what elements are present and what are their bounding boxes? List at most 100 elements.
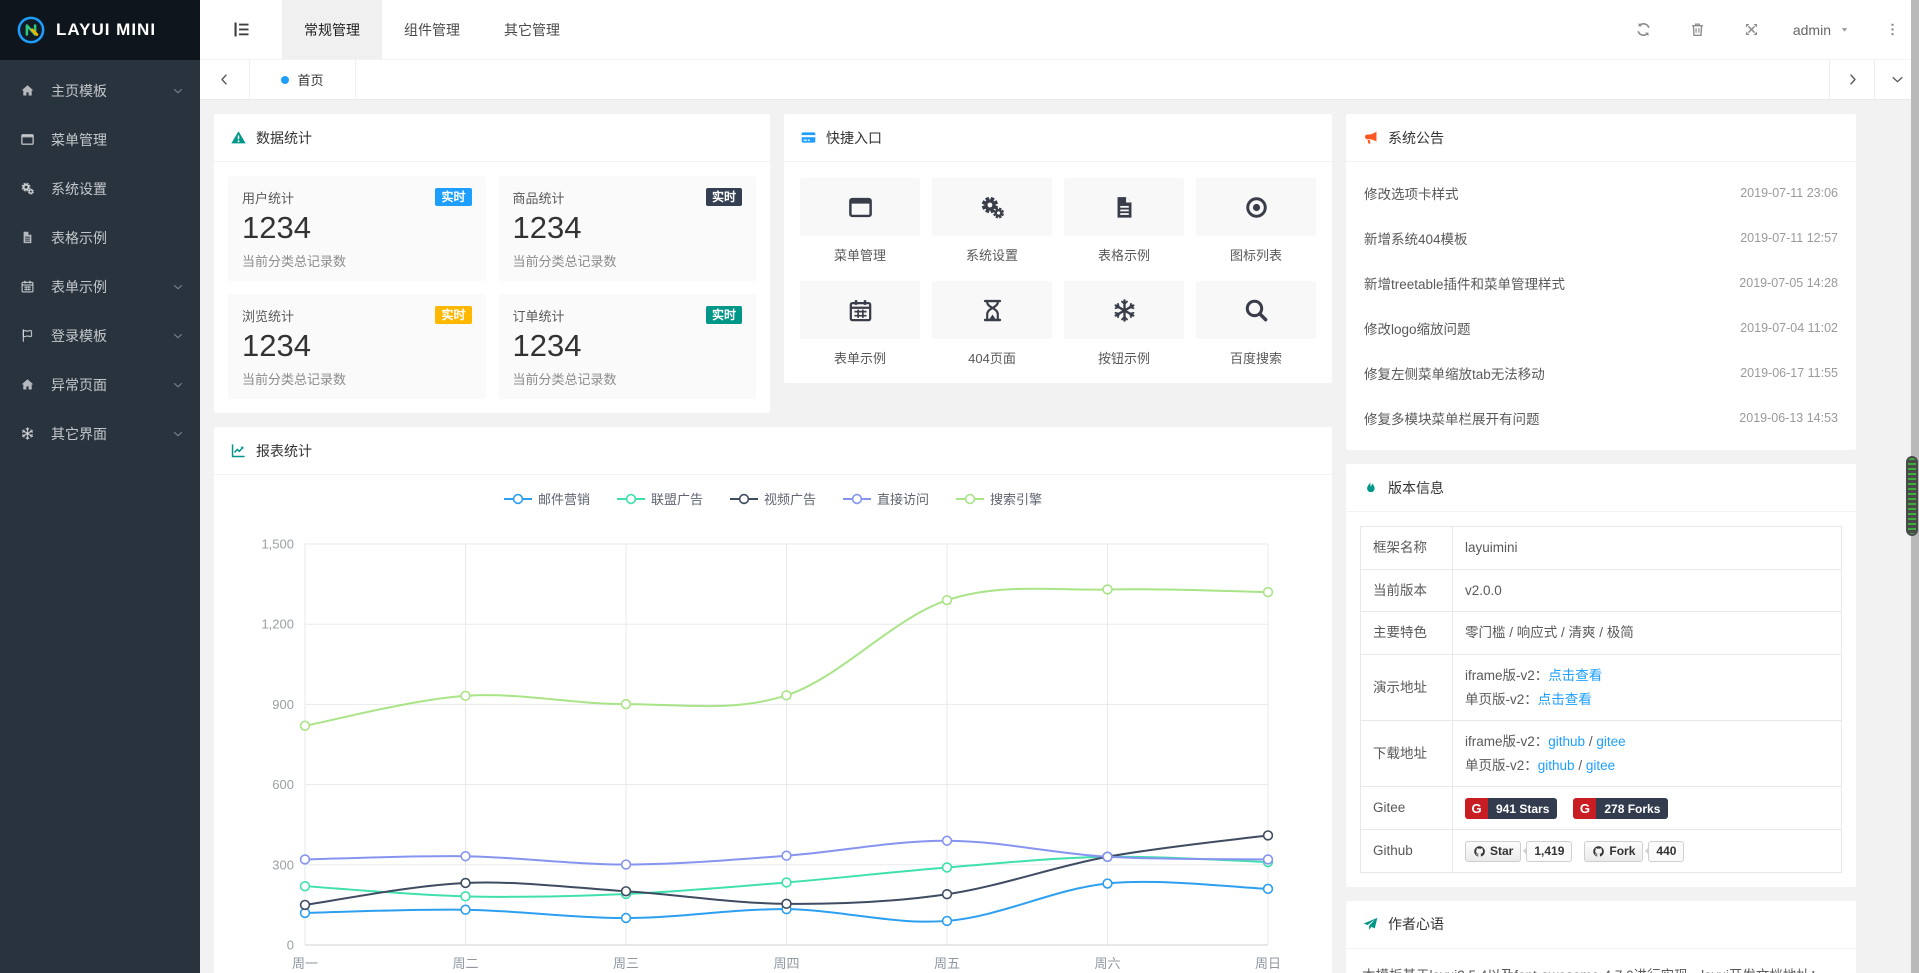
stat-value: 1234 [242,210,472,246]
github-count[interactable]: 1,419 [1526,841,1572,863]
svg-text:周日: 周日 [1255,956,1281,971]
version-row-label: 下载地址 [1361,721,1453,787]
menu-collapse-icon[interactable] [200,0,282,59]
stat-description: 当前分类总记录数 [242,251,472,270]
github-count[interactable]: 440 [1648,841,1684,863]
version-row: 主要特色零门槛 / 响应式 / 清爽 / 极简 [1361,612,1842,655]
tab-home[interactable]: 首页 [250,60,356,99]
bullhorn-icon [1362,129,1379,146]
dotcircle-icon [1243,194,1270,221]
caret-down-icon [1838,23,1851,36]
username: admin [1793,22,1831,38]
header-nav-2[interactable]: 组件管理 [382,0,482,59]
legend-item-搜索引擎[interactable]: 搜索引擎 [956,489,1042,508]
realtime-badge: 实时 [435,306,471,324]
version-line: iframe版-v2：github / gitee [1465,730,1829,754]
github-star-button[interactable]: Star [1465,841,1521,863]
logo[interactable]: LAYUI MINI [0,0,200,60]
quick-entry-title: 快捷入口 [826,128,882,148]
legend-item-邮件营销[interactable]: 邮件营销 [504,489,590,508]
version-line: 单页版-v2：github / gitee [1465,754,1829,778]
version-card: 版本信息 框架名称layuimini当前版本v2.0.0主要特色零门槛 / 响应… [1346,464,1856,887]
svg-text:周五: 周五 [934,956,960,971]
quick-entry-cogs[interactable]: 系统设置 [932,178,1052,264]
legend-marker [956,493,984,505]
link-gitee[interactable]: gitee [1596,734,1625,749]
legend-marker [504,493,532,505]
link-gitee[interactable]: gitee [1586,758,1615,773]
legend-item-联盟广告[interactable]: 联盟广告 [617,489,703,508]
chart-line-icon [230,442,247,459]
github-fork-button[interactable]: Fork [1584,841,1643,863]
stat-description: 当前分类总记录数 [242,369,472,388]
link-点击查看[interactable]: 点击查看 [1548,668,1602,683]
sidebar-item-label: 异常页面 [51,375,172,395]
quick-entry-label: 404页面 [932,348,1052,367]
chevron-down-icon [172,330,184,342]
sidebar-item-2[interactable]: 菜单管理 [0,115,200,164]
link-点击查看[interactable]: 点击查看 [1538,692,1592,707]
gitee-badge[interactable]: G941 Stars [1465,798,1557,819]
notice-row: 修复左侧菜单缩放tab无法移动 2019-06-17 11:55 [1364,350,1838,395]
notice-card: 系统公告 修改选项卡样式 2019-07-11 23:06新增系统404模板 2… [1346,114,1856,450]
link-github[interactable]: github [1538,758,1575,773]
quick-entry-snowflake[interactable]: 按钮示例 [1064,281,1184,367]
tab-scroll-left-button[interactable] [200,60,250,99]
header-nav: 常规管理组件管理其它管理 [282,0,582,59]
quick-entry-calendar[interactable]: 表单示例 [800,281,920,367]
sidebar-item-4[interactable]: 表格示例 [0,213,200,262]
quick-entry-filetext[interactable]: 表格示例 [1064,178,1184,264]
sidebar-item-label: 系统设置 [51,179,184,199]
tab-scroll-right-button[interactable] [1829,60,1874,99]
sidebar-item-3[interactable]: 系统设置 [0,164,200,213]
legend-item-视频广告[interactable]: 视频广告 [730,489,816,508]
main-content: 数据统计 用户统计 1234 当前分类总记录数 实时商品统计 1234 当前分类… [200,100,1919,973]
legend-item-直接访问[interactable]: 直接访问 [843,489,929,508]
user-menu[interactable]: admin [1779,0,1865,59]
stat-description: 当前分类总记录数 [513,369,743,388]
notice-date: 2019-07-05 14:28 [1739,276,1838,290]
quick-entry-card: 快捷入口 菜单管理 系统设置 表格示例 图标列表 表单示例 404页面 按钮示例… [784,114,1332,383]
version-row-label: 框架名称 [1361,527,1453,570]
quick-entry-search[interactable]: 百度搜索 [1196,281,1316,367]
clear-cache-icon[interactable] [1671,0,1725,59]
svg-text:周四: 周四 [773,956,799,971]
link-github[interactable]: github [1548,734,1585,749]
quick-entry-window[interactable]: 菜单管理 [800,178,920,264]
header-nav-1[interactable]: 常规管理 [282,0,382,59]
notice-date: 2019-07-11 12:57 [1740,231,1838,245]
sidebar-item-1[interactable]: 主页模板 [0,66,200,115]
stat-box: 浏览统计 1234 当前分类总记录数 实时 [228,294,486,399]
header-nav-3[interactable]: 其它管理 [482,0,582,59]
home-icon [20,83,44,98]
svg-text:600: 600 [272,777,294,792]
version-row-label: 演示地址 [1361,654,1453,720]
version-row: 下载地址 iframe版-v2：github / gitee单页版-v2：gith… [1361,721,1842,787]
quick-entry-hourglass[interactable]: 404页面 [932,281,1052,367]
svg-text:1,200: 1,200 [261,617,294,632]
header: 常规管理组件管理其它管理 admin [200,0,1919,60]
refresh-icon[interactable] [1617,0,1671,59]
fullscreen-icon[interactable] [1725,0,1779,59]
chart-legend: 邮件营销 联盟广告 视频广告 直接访问 搜索引擎 [214,489,1332,508]
quick-entry-label: 表格示例 [1064,245,1184,264]
notice-row: 修改选项卡样式 2019-07-11 23:06 [1364,170,1838,215]
legend-marker [617,493,645,505]
sidebar-item-6[interactable]: 登录模板 [0,311,200,360]
legend-marker [843,493,871,505]
sidebar-item-label: 菜单管理 [51,130,184,150]
notice-text: 新增系统404模板 [1364,228,1468,248]
gitee-badge[interactable]: G278 Forks [1573,798,1668,819]
filetext-icon [20,230,44,245]
notice-text: 修改logo缩放问题 [1364,318,1471,338]
snowflake-icon [20,426,44,441]
quick-entry-dotcircle[interactable]: 图标列表 [1196,178,1316,264]
snowflake-icon [1111,297,1138,324]
notice-text: 新增treetable插件和菜单管理样式 [1364,273,1565,293]
sidebar-item-7[interactable]: 异常页面 [0,360,200,409]
scrollbar-thumb[interactable] [1906,456,1918,536]
sidebar-item-5[interactable]: 表单示例 [0,262,200,311]
sidebar-item-8[interactable]: 其它界面 [0,409,200,458]
notice-text: 修复左侧菜单缩放tab无法移动 [1364,363,1545,383]
version-row-label: Gitee [1361,787,1453,830]
